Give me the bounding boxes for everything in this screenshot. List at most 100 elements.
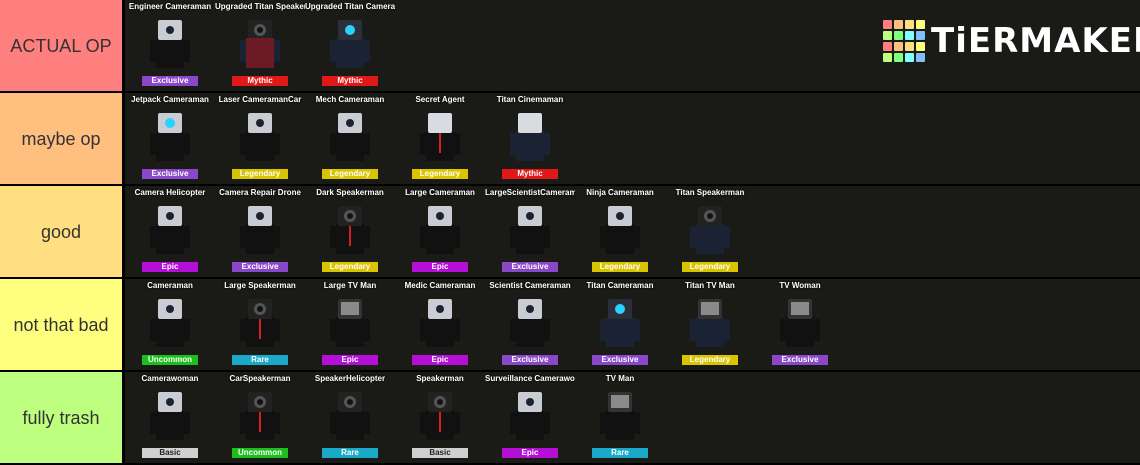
character-figure-icon: [140, 386, 200, 448]
tier-item-card[interactable]: Ninja Cameraman Legendary: [575, 186, 665, 277]
item-name: Titan TV Man: [685, 281, 735, 290]
rarity-badge: Epic: [502, 448, 558, 458]
character-figure-icon: [590, 293, 650, 355]
character-figure-icon: [320, 293, 380, 355]
rarity-badge: Legendary: [682, 355, 738, 365]
tier-item-card[interactable]: Dark Speakerman Legendary: [305, 186, 395, 277]
rarity-badge: Exclusive: [592, 355, 648, 365]
tier-item-card[interactable]: Mech Cameraman Legendary: [305, 93, 395, 184]
character-figure-icon: [140, 107, 200, 169]
item-name: Camera Helicopter: [134, 188, 206, 197]
tier-row: maybe op Jetpack Cameraman Exclusive Laser…: [0, 93, 1140, 184]
item-name: Titan Speakerman: [675, 188, 745, 197]
item-name: LargeScientistCameraman: [485, 188, 575, 197]
item-name: Large Cameraman: [405, 188, 475, 197]
tier-item-card[interactable]: Laser CameramanCar Legendary: [215, 93, 305, 184]
tiermaker-logo: TiERMAKER: [883, 20, 1140, 62]
item-name: Jetpack Cameraman: [131, 95, 209, 104]
character-figure-icon: [590, 386, 650, 448]
item-name: Dark Speakerman: [316, 188, 384, 197]
tier-label[interactable]: ACTUAL OP: [0, 0, 125, 91]
character-figure-icon: [320, 14, 380, 76]
item-name: Engineer Cameraman: [128, 2, 212, 11]
rarity-badge: Legendary: [232, 169, 288, 179]
character-figure-icon: [500, 107, 560, 169]
logo-grid-cell: [883, 53, 892, 62]
item-name: Titan Cameraman: [586, 281, 654, 290]
character-figure-icon: [320, 200, 380, 262]
tier-item-card[interactable]: Secret Agent Legendary: [395, 93, 485, 184]
tier-item-card[interactable]: Engineer Cameraman Exclusive: [125, 0, 215, 91]
rarity-badge: Basic: [412, 448, 468, 458]
tier-label[interactable]: maybe op: [0, 93, 125, 184]
item-name: Upgraded Titan Speakerman: [215, 2, 305, 11]
rarity-badge: Exclusive: [502, 262, 558, 272]
item-name: Secret Agent: [415, 95, 465, 104]
tier-item-card[interactable]: Titan Speakerman Legendary: [665, 186, 755, 277]
character-figure-icon: [410, 293, 470, 355]
rarity-badge: Epic: [412, 355, 468, 365]
tier-row: not that bad Cameraman Uncommon Large Spea…: [0, 279, 1140, 370]
character-figure-icon: [140, 293, 200, 355]
tier-item-card[interactable]: Large Speakerman Rare: [215, 279, 305, 370]
tier-item-card[interactable]: Camera Helicopter Epic: [125, 186, 215, 277]
character-figure-icon: [500, 293, 560, 355]
tier-item-card[interactable]: Jetpack Cameraman Exclusive: [125, 93, 215, 184]
item-name: Large Speakerman: [224, 281, 296, 290]
logo-grid-cell: [894, 53, 903, 62]
logo-grid-cell: [916, 53, 925, 62]
tier-item-card[interactable]: Cameraman Uncommon: [125, 279, 215, 370]
tier-label[interactable]: fully trash: [0, 372, 125, 463]
tier-item-card[interactable]: Scientist Cameraman Exclusive: [485, 279, 575, 370]
logo-grid-cell: [905, 53, 914, 62]
rarity-badge: Exclusive: [142, 169, 198, 179]
tier-items: Camera Helicopter Epic Camera Repair Dron…: [125, 186, 755, 277]
tier-item-card[interactable]: SpeakerHelicopter Rare: [305, 372, 395, 463]
tier-item-card[interactable]: Large TV Man Epic: [305, 279, 395, 370]
item-name: Laser CameramanCar: [218, 95, 302, 104]
tier-label[interactable]: not that bad: [0, 279, 125, 370]
rarity-badge: Rare: [232, 355, 288, 365]
tier-label[interactable]: good: [0, 186, 125, 277]
tier-item-card[interactable]: CarSpeakerman Uncommon: [215, 372, 305, 463]
tier-item-card[interactable]: Large Cameraman Epic: [395, 186, 485, 277]
character-figure-icon: [320, 386, 380, 448]
tier-item-card[interactable]: Titan TV Man Legendary: [665, 279, 755, 370]
tier-item-card[interactable]: Titan Cinemaman Mythic: [485, 93, 575, 184]
tier-items: Jetpack Cameraman Exclusive Laser Cameram…: [125, 93, 575, 184]
tier-item-card[interactable]: Titan Cameraman Exclusive: [575, 279, 665, 370]
logo-grid-cell: [916, 31, 925, 40]
rarity-badge: Basic: [142, 448, 198, 458]
logo-grid-cell: [905, 31, 914, 40]
item-name: Medic Cameraman: [404, 281, 476, 290]
item-name: Speakerman: [416, 374, 464, 383]
tier-item-card[interactable]: TV Man Rare: [575, 372, 665, 463]
tier-item-card[interactable]: Surveillance Camerawoman Epic: [485, 372, 575, 463]
rarity-badge: Mythic: [232, 76, 288, 86]
character-figure-icon: [230, 386, 290, 448]
character-figure-icon: [500, 386, 560, 448]
tier-item-card[interactable]: Camerawoman Basic: [125, 372, 215, 463]
tier-item-card[interactable]: Upgraded Titan Cameraman Mythic: [305, 0, 395, 91]
item-name: Mech Cameraman: [315, 95, 385, 104]
item-name: SpeakerHelicopter: [314, 374, 386, 383]
tier-item-card[interactable]: Speakerman Basic: [395, 372, 485, 463]
rarity-badge: Exclusive: [772, 355, 828, 365]
item-name: Large TV Man: [323, 281, 377, 290]
rarity-badge: Legendary: [322, 262, 378, 272]
tier-item-card[interactable]: LargeScientistCameraman Exclusive: [485, 186, 575, 277]
logo-grid-cell: [883, 31, 892, 40]
tier-item-card[interactable]: Upgraded Titan Speakerman Mythic: [215, 0, 305, 91]
tier-item-card[interactable]: TV Woman Exclusive: [755, 279, 845, 370]
rarity-badge: Rare: [592, 448, 648, 458]
rarity-badge: Mythic: [502, 169, 558, 179]
tier-item-card[interactable]: Medic Cameraman Epic: [395, 279, 485, 370]
rarity-badge: Uncommon: [232, 448, 288, 458]
character-figure-icon: [320, 107, 380, 169]
logo-grid-cell: [883, 42, 892, 51]
character-figure-icon: [230, 14, 290, 76]
rarity-badge: Mythic: [322, 76, 378, 86]
logo-grid-cell: [905, 42, 914, 51]
tier-item-card[interactable]: Camera Repair Drone Exclusive: [215, 186, 305, 277]
tier-list-board: ACTUAL OP Engineer Cameraman Exclusive Upg…: [0, 0, 1140, 465]
